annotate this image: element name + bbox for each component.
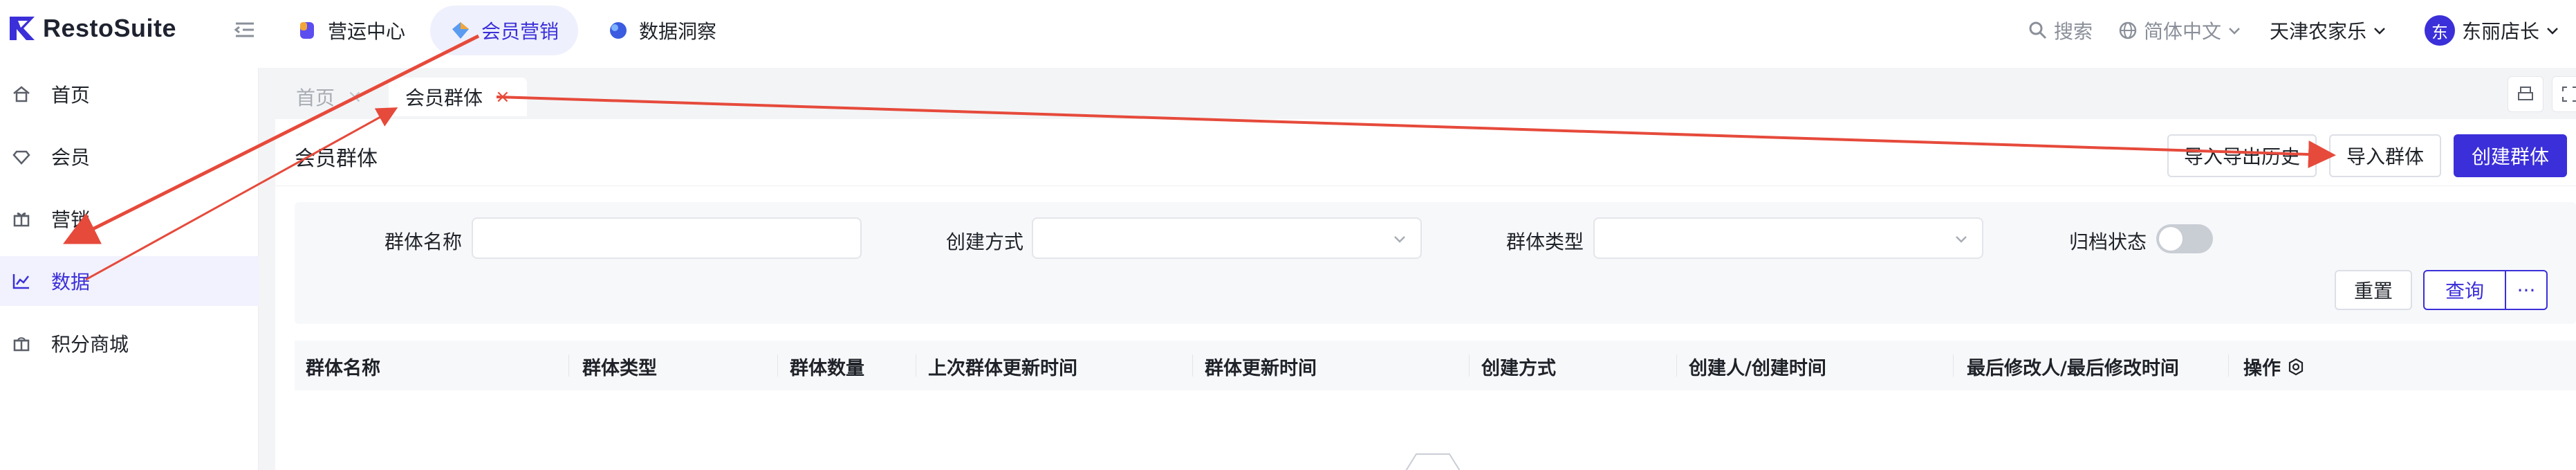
more-options-button[interactable]: ··· — [2505, 270, 2548, 310]
sidebar-item-label: 积分商城 — [51, 333, 129, 356]
topnav-tab-label: 营运中心 — [328, 20, 406, 43]
search-icon — [2029, 21, 2047, 39]
sidebar-item-label: 会员 — [51, 146, 91, 169]
sidebar-item-marketing[interactable]: 营销 — [0, 194, 259, 244]
reset-button[interactable]: 重置 — [2335, 270, 2412, 310]
settings-gear-icon[interactable] — [2286, 357, 2306, 377]
create-method-select[interactable] — [1032, 217, 1422, 259]
page-tab-member-groups[interactable]: 会员群体 × — [389, 78, 527, 116]
member-marketing-icon — [452, 22, 469, 39]
column-header-last-update-time[interactable]: 上次群体更新时间 — [928, 353, 1077, 380]
language-label: 简体中文 — [2144, 20, 2222, 43]
column-header-group-name[interactable]: 群体名称 — [306, 353, 380, 380]
page-tab-label: 首页 — [296, 87, 335, 109]
chevron-down-icon — [2374, 28, 2385, 35]
home-icon — [13, 86, 30, 102]
chevron-down-icon — [2547, 28, 2558, 35]
close-icon[interactable]: × — [347, 87, 362, 107]
column-header-group-count[interactable]: 群体数量 — [790, 353, 864, 380]
brand-logo[interactable]: RestoSuite — [8, 11, 176, 46]
sidebar-item-data[interactable]: 数据 — [0, 256, 259, 306]
toggle-knob — [2159, 227, 2183, 251]
column-header-group-type[interactable]: 群体类型 — [582, 353, 657, 380]
page-tab-label: 会员群体 — [405, 87, 483, 109]
topnav-tab-label: 会员营销 — [481, 20, 559, 43]
sidebar-item-label: 营销 — [51, 208, 91, 231]
sidebar-item-home[interactable]: 首页 — [0, 69, 259, 119]
page-tab-home[interactable]: 首页 × — [279, 78, 379, 116]
column-divider — [1676, 354, 1677, 377]
page-title: 会员群体 — [295, 147, 378, 171]
language-selector[interactable]: 简体中文 — [2118, 14, 2242, 47]
member-icon — [12, 150, 30, 165]
topnav-tab-data-insights[interactable]: 数据洞察 — [588, 6, 736, 55]
import-group-button[interactable]: 导入群体 — [2329, 134, 2441, 177]
column-header-last-modifier[interactable]: 最后修改人/最后修改时间 — [1967, 353, 2179, 380]
column-divider — [777, 354, 778, 377]
import-export-history-button[interactable]: 导入导出历史 — [2167, 134, 2317, 177]
search-button[interactable]: 搜索 — [2028, 14, 2093, 47]
chevron-down-icon — [1956, 236, 1967, 243]
group-type-label: 群体类型 — [1506, 231, 1584, 253]
data-insights-icon — [610, 22, 627, 39]
print-button[interactable] — [2508, 76, 2543, 112]
sidebar-item-points-mall[interactable]: 积分商城 — [0, 318, 259, 368]
column-header-actions[interactable]: 操作 — [2243, 353, 2306, 380]
logo-icon — [10, 17, 35, 40]
sidebar-item-label: 首页 — [51, 84, 91, 107]
store-selector[interactable]: 天津农家乐 — [2270, 14, 2387, 47]
query-button[interactable]: 查询 — [2423, 270, 2506, 310]
group-name-label: 群体名称 — [384, 231, 463, 253]
avatar: 东 — [2425, 15, 2455, 46]
topnav-tab-member-marketing[interactable]: 会员营销 — [430, 6, 579, 55]
chevron-down-icon — [2229, 28, 2240, 35]
sidebar-item-label: 数据 — [51, 271, 91, 293]
column-divider — [1469, 354, 1470, 377]
printer-icon — [2518, 87, 2533, 100]
gift-icon — [13, 213, 30, 227]
fullscreen-button[interactable] — [2552, 76, 2576, 112]
create-method-label: 创建方式 — [946, 231, 1024, 253]
group-name-input[interactable] — [472, 217, 862, 259]
column-divider — [1192, 354, 1193, 377]
globe-icon — [2119, 21, 2137, 39]
group-type-select[interactable] — [1593, 217, 1983, 259]
column-divider — [568, 354, 569, 377]
user-menu[interactable]: 东 东丽店长 — [2425, 14, 2560, 47]
store-label: 天津农家乐 — [2270, 20, 2367, 43]
column-header-update-time[interactable]: 群体更新时间 — [1205, 353, 1317, 380]
topnav-tab-operations[interactable]: 营运中心 — [277, 6, 425, 55]
brand-name: RestoSuite — [43, 14, 177, 42]
top-bar: RestoSuite 营运中心 会员营销 数据洞察 搜索 简体中文 天津农家乐 … — [0, 0, 2576, 68]
user-name: 东丽店长 — [2462, 20, 2540, 43]
search-label: 搜索 — [2054, 20, 2093, 43]
close-icon[interactable]: × — [495, 87, 510, 107]
chevron-down-icon — [1394, 236, 1405, 243]
column-header-create-method[interactable]: 创建方式 — [1481, 353, 1556, 380]
archive-status-label: 归档状态 — [2069, 231, 2147, 253]
create-group-button[interactable]: 创建群体 — [2454, 134, 2567, 177]
sidebar-item-member[interactable]: 会员 — [0, 132, 259, 181]
fullscreen-icon — [2562, 87, 2576, 102]
operations-icon — [300, 22, 314, 39]
column-header-creator[interactable]: 创建人/创建时间 — [1689, 353, 1826, 380]
chart-icon — [12, 274, 29, 289]
actions-label: 操作 — [2243, 358, 2281, 379]
topnav-tab-label: 数据洞察 — [639, 20, 717, 43]
column-divider — [2228, 354, 2229, 377]
collapse-menu-icon[interactable] — [233, 18, 257, 42]
store-icon — [13, 337, 30, 352]
column-divider — [1953, 354, 1954, 377]
archive-status-toggle[interactable] — [2156, 224, 2213, 253]
empty-state-icon — [1405, 453, 1461, 470]
